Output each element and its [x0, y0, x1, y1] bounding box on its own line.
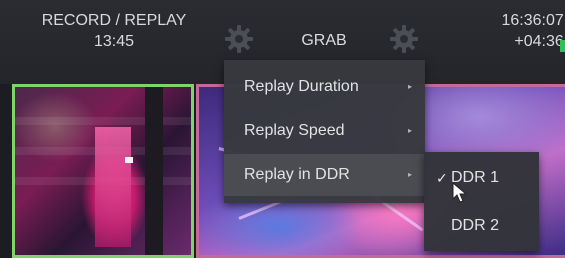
menu-item-replay-speed[interactable]: Replay Speed ▸ — [224, 110, 425, 152]
menu-item-replay-in-ddr[interactable]: Replay in DDR ▸ — [224, 154, 425, 196]
preview-stripe — [15, 117, 191, 125]
timecode-display: 16:36:07:16 +04:36:07 — [446, 10, 565, 52]
menu-item-label: Replay in DDR — [244, 166, 350, 183]
record-time: 13:45 — [93, 33, 135, 50]
preview-column — [145, 87, 163, 255]
ddr-submenu: ✓ DDR 1 DDR 2 — [424, 152, 539, 251]
submenu-item-label: DDR 2 — [451, 217, 500, 234]
checkmark-icon: ✓ — [436, 170, 448, 186]
menu-item-replay-duration[interactable]: Replay Duration ▸ — [224, 66, 425, 108]
video-preview-left[interactable] — [12, 84, 194, 258]
gear-icon-graphic — [390, 25, 418, 53]
preview-highlight — [125, 157, 133, 163]
mouse-cursor-icon — [452, 182, 468, 203]
record-replay-title: RECORD / REPLAY — [41, 12, 187, 29]
preview-light-panel — [95, 127, 131, 247]
submenu-item-ddr-1[interactable]: ✓ DDR 1 — [424, 156, 539, 200]
settings-dropdown-menu: Replay Duration ▸ Replay Speed ▸ Replay … — [224, 60, 425, 203]
menu-item-label: Replay Duration — [244, 78, 359, 95]
gear-icon[interactable] — [387, 22, 421, 56]
clock-time: 16:36:07:16 — [501, 12, 565, 29]
chevron-right-icon: ▸ — [408, 126, 413, 135]
chevron-right-icon: ▸ — [408, 82, 413, 91]
gear-icon-graphic — [225, 25, 253, 53]
record-replay-status[interactable]: RECORD / REPLAY 13:45 — [24, 10, 204, 52]
submenu-item-ddr-2[interactable]: DDR 2 — [424, 204, 539, 248]
clock-offset: +04:36:07 — [514, 33, 565, 50]
grab-button[interactable]: GRAB — [288, 28, 360, 54]
gear-icon[interactable] — [222, 22, 256, 56]
status-indicator — [560, 40, 565, 52]
chevron-right-icon: ▸ — [408, 170, 413, 179]
menu-item-label: Replay Speed — [244, 122, 345, 139]
